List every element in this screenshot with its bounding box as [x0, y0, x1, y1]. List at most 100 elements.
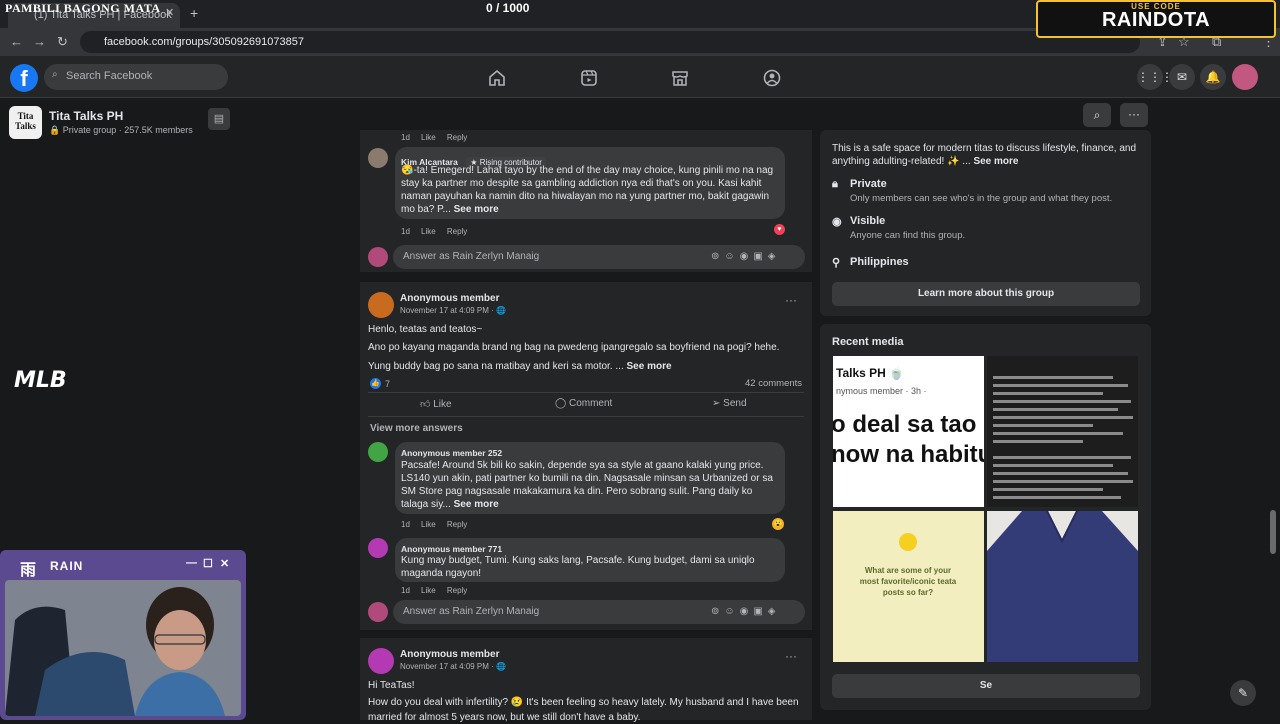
- notifications-bell-icon[interactable]: 🔔: [1200, 64, 1226, 90]
- close-tab-icon[interactable]: ✕: [165, 6, 174, 19]
- comment-like-link[interactable]: Like: [421, 586, 436, 595]
- comment-time: 1d: [401, 227, 410, 236]
- comment-actions: 1d Like Reply: [401, 586, 467, 595]
- answer-placeholder: Answer as Rain Zerlyn Manaig: [403, 251, 540, 262]
- promo-code: RAINDOTA: [1101, 9, 1211, 31]
- comment-reply-link[interactable]: Reply: [447, 586, 467, 595]
- post-date[interactable]: November 17 at 4:09 PM · 🌐: [400, 306, 506, 315]
- group-search-button[interactable]: ⌕: [1083, 103, 1111, 127]
- new-message-icon[interactable]: ✎: [1230, 680, 1256, 706]
- eye-icon: ◉: [832, 216, 842, 228]
- reaction-count[interactable]: 7: [385, 379, 390, 389]
- profile-avatar[interactable]: [1232, 64, 1258, 90]
- answer-input[interactable]: Answer as Rain Zerlyn Manaig ⊚☺◉▣◈: [393, 245, 805, 269]
- see-more-link[interactable]: See more: [973, 156, 1018, 167]
- forward-icon[interactable]: →: [33, 34, 46, 49]
- avatar[interactable]: [368, 148, 388, 168]
- view-more-answers-link[interactable]: View more answers: [370, 423, 463, 434]
- like-button[interactable]: 👍︎ Like: [420, 398, 452, 410]
- media-thumbnail[interactable]: Talks PH 🍵 nymous member · 3h · o deal s…: [833, 356, 984, 507]
- media-thumbnail[interactable]: [987, 511, 1138, 662]
- reels-icon[interactable]: [579, 68, 599, 88]
- see-more-link[interactable]: See more: [454, 499, 499, 510]
- maximize-icon: ☐: [203, 558, 213, 570]
- facebook-search-input[interactable]: ⌕ Search Facebook: [44, 64, 228, 90]
- comment-reply-link[interactable]: Reply: [447, 520, 467, 529]
- comment-bubble: Kim Alcantara ★ Rising contributor 😪-ta!…: [395, 147, 785, 219]
- see-more-link[interactable]: See more: [454, 204, 499, 215]
- group-description: This is a safe space for modern titas to…: [832, 142, 1144, 168]
- comment-reply-link[interactable]: Reply: [447, 227, 467, 236]
- group-name[interactable]: Tita Talks PH: [49, 109, 123, 123]
- comment-like-link[interactable]: Like: [421, 133, 436, 142]
- reload-icon[interactable]: ↻: [57, 34, 68, 50]
- close-icon: ✕: [220, 558, 230, 570]
- facebook-logo-icon[interactable]: f: [10, 64, 38, 92]
- comment-time: 1d: [401, 133, 410, 142]
- post-author[interactable]: Anonymous member: [400, 648, 499, 661]
- stream-counter-overlay: 0 / 1000: [486, 1, 530, 15]
- comment-text: 😪-ta! Emegerd! Lahat tayo by the end of …: [401, 164, 779, 216]
- answer-input[interactable]: Answer as Rain Zerlyn Manaig ⊚☺◉▣◈: [393, 600, 805, 624]
- comment-author[interactable]: Anonymous member 252: [401, 448, 502, 458]
- like-label: Like: [433, 399, 452, 410]
- learn-more-button[interactable]: Learn more about this group: [832, 282, 1140, 306]
- post-line: Yung buddy bag po sana na matibay and ke…: [368, 361, 624, 372]
- avatar[interactable]: [368, 538, 388, 558]
- messenger-icon[interactable]: ✉: [1169, 64, 1195, 90]
- marketplace-icon[interactable]: [670, 68, 690, 88]
- stream-title-overlay: PAMBILI BAGONG MATA: [5, 1, 161, 15]
- post-more-icon[interactable]: ···: [785, 294, 797, 307]
- webcam-feed: [5, 580, 241, 716]
- home-icon[interactable]: [487, 68, 507, 88]
- apps-menu-icon[interactable]: ⋮⋮⋮: [1137, 64, 1173, 90]
- post-more-icon[interactable]: ···: [785, 650, 797, 663]
- send-button[interactable]: ➢ Send: [712, 398, 747, 409]
- comment-author[interactable]: Anonymous member 771: [401, 544, 502, 554]
- lock-icon: 🔒: [49, 125, 61, 135]
- back-icon[interactable]: ←: [10, 34, 23, 49]
- post-date[interactable]: November 17 at 4:09 PM · 🌐: [400, 662, 506, 671]
- avatar[interactable]: [368, 442, 388, 462]
- comment-reply-link[interactable]: Reply: [447, 133, 467, 142]
- new-tab-icon[interactable]: +: [190, 5, 198, 21]
- see-all-button[interactable]: Se: [832, 674, 1140, 698]
- thumb-text: o deal sa tao: [833, 411, 977, 438]
- wow-reaction-icon[interactable]: 😮: [772, 518, 784, 530]
- like-reaction-icon[interactable]: 👍: [370, 378, 381, 389]
- text-screenshot-thumb: [993, 376, 1133, 499]
- comment-like-link[interactable]: Like: [421, 520, 436, 529]
- comment-button[interactable]: ◯ Comment: [555, 398, 612, 409]
- anonymous-avatar[interactable]: [368, 648, 394, 674]
- webcam-title-bar: 雨 RAIN — ☐ ✕: [4, 552, 242, 579]
- mlb-logo-overlay: MLB: [14, 368, 67, 393]
- post-line: Henlo, teatas and teatos~: [368, 324, 483, 335]
- promo-code-overlay: USE CODE RAINDOTA: [1036, 0, 1276, 38]
- location-label[interactable]: Philippines: [850, 256, 909, 268]
- composer-icons[interactable]: ⊚☺◉▣◈: [711, 606, 780, 617]
- comment-bubble: Anonymous member 771 Kung may budget, Tu…: [395, 538, 785, 582]
- see-more-link[interactable]: See more: [627, 361, 672, 372]
- comment-like-link[interactable]: Like: [421, 227, 436, 236]
- media-thumbnail[interactable]: What are some of your most favorite/icon…: [833, 511, 984, 662]
- cam-brand: RAIN: [50, 559, 84, 573]
- post-line-3: Yung buddy bag po sana na matibay and ke…: [368, 360, 672, 373]
- groups-icon[interactable]: [762, 68, 782, 88]
- post-line: married for almost 5 years now, but we s…: [368, 712, 641, 723]
- composer-icons[interactable]: ⊚☺◉▣◈: [711, 251, 780, 262]
- visibility-title: Visible: [850, 215, 886, 227]
- group-thumbnail[interactable]: Tita Talks: [9, 106, 42, 139]
- collapse-sidebar-icon[interactable]: ▤: [208, 108, 230, 130]
- anonymous-avatar[interactable]: [368, 292, 394, 318]
- group-thumbnail-text: Tita Talks: [15, 111, 36, 131]
- comment-count[interactable]: 42 comments: [745, 378, 802, 389]
- post-author[interactable]: Anonymous member: [400, 292, 499, 305]
- comment-actions: 1d Like Reply: [401, 227, 467, 236]
- group-more-button[interactable]: ···: [1120, 103, 1148, 127]
- url-input[interactable]: facebook.com/groups/305092691073857: [80, 31, 1140, 53]
- media-thumbnail[interactable]: [987, 356, 1138, 507]
- love-reaction-icon[interactable]: ♥: [774, 224, 785, 235]
- comment-body: Kung may budget, Tumi. Kung saks lang, P…: [401, 555, 755, 579]
- group-meta: 🔒 Private group · 257.5K members: [49, 125, 193, 136]
- page-scrollbar[interactable]: [1270, 510, 1276, 554]
